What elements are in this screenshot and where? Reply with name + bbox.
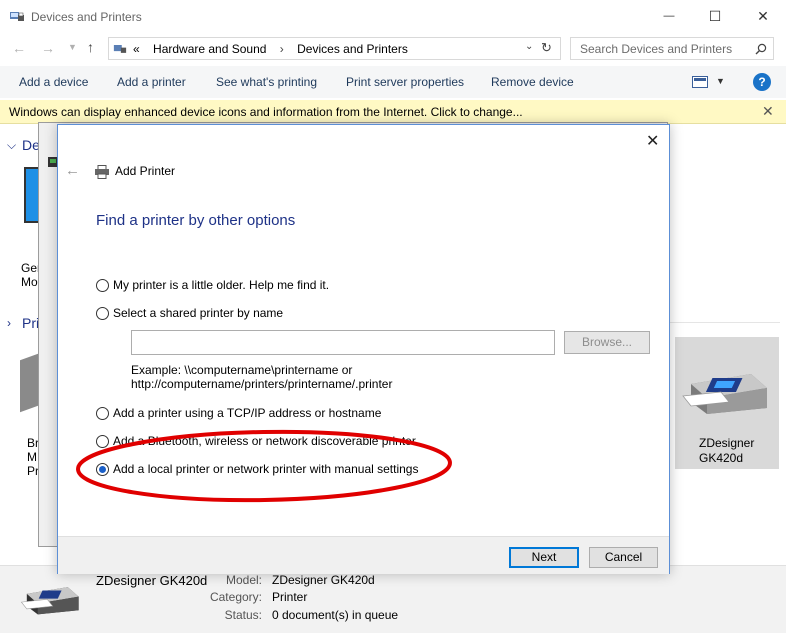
search-icon — [755, 43, 767, 55]
group-printers-label[interactable]: Pri — [22, 315, 39, 331]
title-bar: Devices and Printers — ☐ ✕ — [0, 0, 786, 34]
dialog-title: Add Printer — [115, 164, 176, 178]
maximize-icon: ☐ — [708, 7, 722, 24]
view-dropdown-chevron-icon[interactable]: ▼ — [716, 76, 725, 86]
up-arrow-icon[interactable]: ↑ — [87, 39, 94, 55]
forward-arrow-icon[interactable]: → — [41, 40, 55, 56]
example-line-1: Example: \\computername\printername or — [131, 363, 353, 377]
back-arrow-icon[interactable]: ← — [65, 162, 80, 179]
shared-printer-example: Example: \\computername\printername or h… — [131, 363, 392, 391]
option-shared-printer-label: Select a shared printer by name — [113, 306, 284, 320]
group-divider — [670, 322, 780, 323]
see-whats-printing-button[interactable]: See what's printing — [216, 75, 317, 89]
devices-printers-icon — [10, 12, 24, 21]
refresh-icon[interactable]: ↻ — [541, 40, 552, 56]
example-line-2: http://computername/printers/printername… — [131, 377, 393, 391]
breadcrumb-devices-and-printers[interactable]: Devices and Printers — [297, 42, 408, 56]
maximize-button[interactable]: ☐ — [692, 0, 738, 32]
add-device-button[interactable]: Add a device — [19, 75, 88, 89]
option-tcpip-printer-label: Add a printer using a TCP/IP address or … — [113, 406, 382, 420]
printer-icon — [20, 587, 79, 615]
option-local-printer-label: Add a local printer or network printer w… — [113, 462, 419, 476]
breadcrumb: « Hardware and Sound › Devices and Print… — [133, 42, 418, 56]
option-older-printer-radio[interactable] — [96, 278, 109, 292]
chevron-down-icon[interactable]: ⌵ — [7, 138, 16, 153]
printer-icon — [682, 374, 767, 414]
minimize-button[interactable]: — — [646, 0, 692, 32]
option-tcpip-printer-radio[interactable] — [96, 406, 109, 420]
option-shared-printer[interactable]: Select a shared printer by name — [96, 305, 283, 321]
view-options-icon[interactable] — [692, 76, 708, 88]
add-printer-dialog: ✕ ← Add Printer Find a printer by other … — [57, 124, 670, 574]
option-shared-printer-radio[interactable] — [96, 306, 109, 320]
breadcrumb-overflow[interactable]: « — [133, 42, 140, 56]
info-bar-message[interactable]: Windows can display enhanced device icon… — [9, 105, 523, 119]
close-icon[interactable]: ✕ — [646, 131, 659, 151]
chevron-right-icon[interactable]: › — [7, 316, 11, 330]
address-dropdown-chevron-icon[interactable]: ⌄ — [525, 41, 533, 52]
command-bar: Add a device Add a printer See what's pr… — [0, 66, 786, 98]
recent-locations-chevron-icon[interactable]: ▼ — [68, 42, 77, 52]
help-icon[interactable]: ? — [753, 73, 771, 91]
address-bar[interactable]: « Hardware and Sound › Devices and Print… — [108, 37, 561, 60]
details-category-key: Category: — [209, 590, 262, 604]
dialog-heading: Find a printer by other options — [96, 212, 296, 229]
search-input[interactable]: Search Devices and Printers — [580, 42, 732, 56]
window-title: Devices and Printers — [31, 10, 142, 24]
details-status-key: Status: — [224, 608, 262, 622]
details-model-value: ZDesigner GK420d — [272, 573, 375, 587]
printer-icon — [95, 165, 109, 179]
option-bluetooth-printer-radio[interactable] — [96, 434, 109, 448]
info-bar[interactable]: Windows can display enhanced device icon… — [0, 100, 786, 124]
option-older-printer[interactable]: My printer is a little older. Help me fi… — [96, 277, 329, 293]
printer-icon[interactable] — [20, 353, 38, 413]
option-local-printer-radio[interactable] — [96, 462, 109, 476]
details-model-key: Model: — [225, 573, 262, 587]
selected-printer-tile[interactable]: ZDesigner GK420d — [675, 337, 779, 469]
close-icon: ✕ — [757, 7, 769, 24]
dialog-footer: Next Cancel — [58, 536, 669, 574]
close-icon[interactable]: ✕ — [762, 103, 774, 120]
next-button[interactable]: Next — [509, 547, 579, 568]
minimize-icon: — — [663, 10, 675, 22]
print-server-properties-button[interactable]: Print server properties — [346, 75, 464, 89]
details-pane: ZDesigner GK420d Model: ZDesigner GK420d… — [0, 565, 786, 633]
shared-printer-name-field[interactable] — [131, 330, 555, 355]
back-arrow-icon[interactable]: ← — [12, 40, 26, 56]
chevron-right-icon: › — [279, 42, 284, 56]
search-box[interactable]: Search Devices and Printers — [570, 37, 774, 60]
location-icon — [113, 45, 127, 53]
option-bluetooth-printer[interactable]: Add a Bluetooth, wireless or network dis… — [96, 433, 416, 449]
close-window-button[interactable]: ✕ — [740, 0, 786, 32]
browse-button[interactable]: Browse... — [564, 331, 650, 354]
option-older-printer-label: My printer is a little older. Help me fi… — [113, 278, 330, 292]
selected-printer-label: ZDesigner GK420d — [699, 436, 755, 465]
option-local-printer[interactable]: Add a local printer or network printer w… — [96, 461, 418, 477]
add-printer-button[interactable]: Add a printer — [117, 75, 186, 89]
breadcrumb-hardware-and-sound[interactable]: Hardware and Sound — [153, 42, 266, 56]
details-category-value: Printer — [272, 590, 308, 604]
option-bluetooth-printer-label: Add a Bluetooth, wireless or network dis… — [113, 434, 416, 448]
details-status-value: 0 document(s) in queue — [272, 608, 399, 622]
remove-device-button[interactable]: Remove device — [491, 75, 574, 89]
cancel-button[interactable]: Cancel — [589, 547, 658, 568]
option-tcpip-printer[interactable]: Add a printer using a TCP/IP address or … — [96, 405, 381, 421]
